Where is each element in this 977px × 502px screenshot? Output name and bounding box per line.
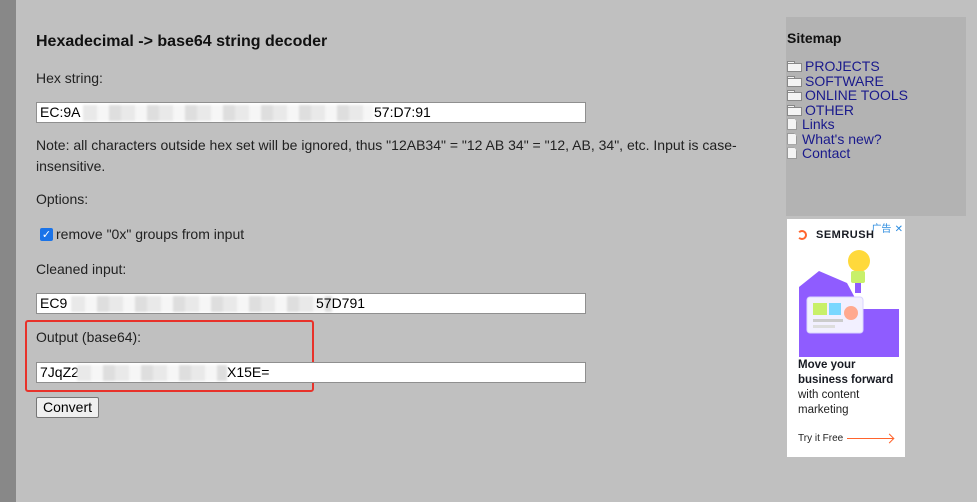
sitemap-item-links[interactable]: Links bbox=[787, 117, 908, 132]
sitemap-item-contact[interactable]: Contact bbox=[787, 146, 908, 161]
sitemap-link[interactable]: PROJECTS bbox=[805, 59, 880, 73]
sitemap-item-other[interactable]: OTHER bbox=[787, 103, 908, 118]
hex-value-end: 57:D7:91 bbox=[374, 104, 431, 120]
cleaned-input-field[interactable]: EC9 57D791 bbox=[36, 293, 586, 314]
sitemap-link[interactable]: SOFTWARE bbox=[805, 74, 884, 88]
sitemap-title: Sitemap bbox=[787, 30, 842, 46]
cleaned-value-start: EC9 bbox=[40, 295, 68, 311]
page-icon bbox=[787, 147, 797, 160]
ad-cta-link[interactable]: Try it Free bbox=[798, 433, 894, 444]
page-icon bbox=[787, 132, 797, 145]
folder-icon bbox=[787, 75, 802, 87]
brand-name: SEMRUSH bbox=[816, 229, 875, 241]
hex-value-start: EC:9A bbox=[40, 104, 81, 120]
folder-icon bbox=[787, 104, 802, 116]
sitemap-link[interactable]: What's new? bbox=[802, 132, 882, 146]
ad-cta-label: Try it Free bbox=[798, 433, 844, 444]
redacted-region bbox=[83, 105, 373, 121]
remove-0x-checkbox[interactable]: ✓ bbox=[40, 227, 53, 241]
remove-0x-label: remove "0x" groups from input bbox=[56, 226, 245, 242]
cleaned-value-end: 57D791 bbox=[316, 295, 366, 311]
sitemap-item-online-tools[interactable]: ONLINE TOOLS bbox=[787, 88, 908, 103]
hex-string-label: Hex string: bbox=[36, 70, 103, 86]
sitemap-list: PROJECTS SOFTWARE ONLINE TOOLS OTHER Lin… bbox=[787, 59, 908, 161]
sitemap-link[interactable]: OTHER bbox=[805, 103, 854, 117]
remove-0x-option[interactable]: ✓ remove "0x" groups from input bbox=[40, 226, 244, 242]
main-content: Hexadecimal -> base64 string decoder Hex… bbox=[16, 0, 786, 502]
output-value-end: X15E= bbox=[227, 364, 270, 380]
sitemap-link[interactable]: Contact bbox=[802, 146, 850, 160]
hex-string-input[interactable]: EC:9A 57:D7:91 bbox=[36, 102, 586, 123]
hex-note: Note: all characters outside hex set wil… bbox=[36, 137, 737, 174]
sitemap-item-software[interactable]: SOFTWARE bbox=[787, 74, 908, 89]
advertisement[interactable]: 广告 ✕ SEMRUSH Move your business forward … bbox=[787, 219, 905, 457]
redacted-region bbox=[77, 365, 227, 381]
sitemap-item-projects[interactable]: PROJECTS bbox=[787, 59, 908, 74]
sitemap-link[interactable]: Links bbox=[802, 117, 835, 131]
redacted-region bbox=[71, 296, 332, 312]
folder-icon bbox=[787, 61, 802, 73]
page-icon bbox=[787, 118, 797, 131]
left-edge bbox=[0, 0, 16, 502]
ad-headline: Move your business forward bbox=[798, 359, 894, 386]
semrush-logo-icon bbox=[797, 229, 813, 241]
ad-body: with content marketing bbox=[798, 389, 860, 416]
ad-illustration bbox=[799, 250, 899, 357]
output-value-start: 7JqZ2 bbox=[40, 364, 79, 380]
output-base64-field[interactable]: 7JqZ2 X15E= bbox=[36, 362, 586, 383]
sitemap-sidebar: Sitemap PROJECTS SOFTWARE ONLINE TOOLS O… bbox=[786, 17, 966, 216]
cleaned-input-label: Cleaned input: bbox=[36, 261, 127, 277]
semrush-logo: SEMRUSH bbox=[797, 229, 875, 241]
convert-button[interactable]: Convert bbox=[36, 397, 100, 418]
arrow-right-icon bbox=[847, 438, 894, 439]
options-label: Options: bbox=[36, 191, 89, 207]
page-title: Hexadecimal -> base64 string decoder bbox=[36, 33, 328, 50]
folder-icon bbox=[787, 90, 802, 102]
ad-badge[interactable]: 广告 ✕ bbox=[871, 220, 903, 235]
sitemap-link[interactable]: ONLINE TOOLS bbox=[805, 88, 908, 102]
output-label: Output (base64): bbox=[36, 329, 142, 345]
sitemap-item-whats-new[interactable]: What's new? bbox=[787, 132, 908, 147]
